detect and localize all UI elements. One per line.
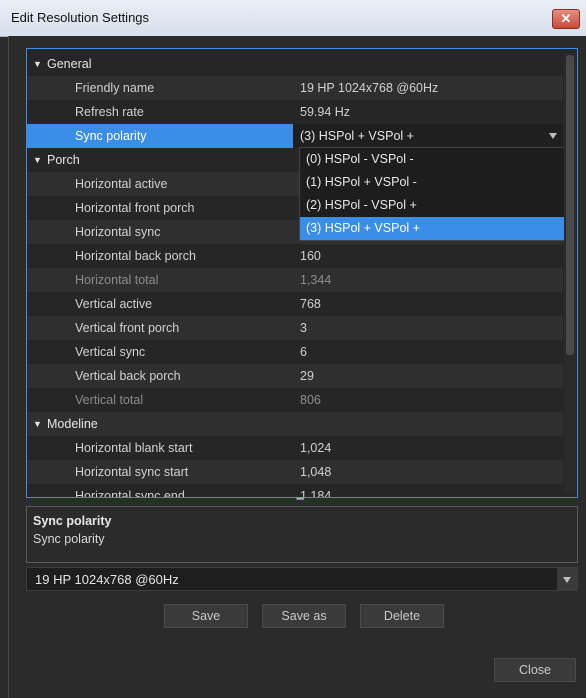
dropdown-option-selected[interactable]: (3) HSPol + VSPol + xyxy=(300,217,566,240)
sync-polarity-dropdown[interactable]: (0) HSPol - VSPol - (1) HSPol + VSPol - … xyxy=(299,147,567,241)
chevron-down-icon xyxy=(563,577,571,583)
vertical-scrollbar[interactable] xyxy=(564,53,576,493)
dropdown-option[interactable]: (1) HSPol + VSPol - xyxy=(300,171,566,194)
category-general[interactable]: ▼ General xyxy=(27,52,563,76)
splitter-grip-icon[interactable]: ••• xyxy=(296,495,310,505)
collapse-triangle-icon[interactable]: ▼ xyxy=(33,412,42,436)
sync-polarity-select[interactable]: (3) HSPol + VSPol + xyxy=(293,124,563,148)
description-text: Sync polarity xyxy=(33,532,105,546)
chevron-down-icon[interactable] xyxy=(549,133,557,139)
prop-row-vertical-active[interactable]: Vertical active 768 xyxy=(27,292,563,316)
save-as-button[interactable]: Save as xyxy=(262,604,346,628)
collapse-triangle-icon[interactable]: ▼ xyxy=(33,148,42,172)
close-icon[interactable]: ✕ xyxy=(552,9,580,29)
property-grid[interactable]: ▼ General Friendly name 19 HP 1024x768 @… xyxy=(26,48,578,498)
category-modeline[interactable]: ▼ Modeline xyxy=(27,412,563,436)
prop-row-horizontal-sync-end[interactable]: Horizontal sync end 1,184 xyxy=(27,484,563,497)
preset-select-value: 19 HP 1024x768 @60Hz xyxy=(35,572,179,587)
dropdown-option[interactable]: (0) HSPol - VSPol - xyxy=(300,148,566,171)
scrollbar-thumb[interactable] xyxy=(566,55,574,355)
close-button[interactable]: Close xyxy=(494,658,576,682)
prop-row-vertical-total: Vertical total 806 xyxy=(75,393,321,407)
prop-row-horizontal-blank-start[interactable]: Horizontal blank start 1,024 xyxy=(27,436,563,460)
prop-row-friendly-name[interactable]: Friendly name 19 HP 1024x768 @60Hz xyxy=(27,76,563,100)
save-button[interactable]: Save xyxy=(164,604,248,628)
collapse-triangle-icon[interactable]: ▼ xyxy=(33,52,42,76)
prop-row-horizontal-back-porch[interactable]: Horizontal back porch 160 xyxy=(27,244,563,268)
dropdown-option[interactable]: (2) HSPol - VSPol + xyxy=(300,194,566,217)
preset-select[interactable]: 19 HP 1024x768 @60Hz xyxy=(26,567,578,591)
prop-row-vertical-sync[interactable]: Vertical sync 6 xyxy=(27,340,563,364)
prop-row-horizontal-total: Horizontal total 1,344 xyxy=(27,268,563,292)
preset-dropdown-button[interactable] xyxy=(557,568,577,590)
description-title: Sync polarity xyxy=(33,514,112,528)
prop-row-horizontal-sync-start[interactable]: Horizontal sync start 1,048 xyxy=(27,460,563,484)
prop-row-vertical-front-porch[interactable]: Vertical front porch 3 xyxy=(27,316,563,340)
prop-row-sync-polarity[interactable]: Sync polarity (3) HSPol + VSPol + xyxy=(27,124,563,148)
window-title: Edit Resolution Settings xyxy=(11,10,150,25)
description-panel: Sync polarity Sync polarity xyxy=(26,506,578,563)
prop-row-vertical-back-porch[interactable]: Vertical back porch 29 xyxy=(27,364,563,388)
prop-row-refresh-rate[interactable]: Refresh rate 59.94 Hz xyxy=(27,100,563,124)
title-bar: Edit Resolution Settings ✕ xyxy=(0,0,586,37)
delete-button[interactable]: Delete xyxy=(360,604,444,628)
